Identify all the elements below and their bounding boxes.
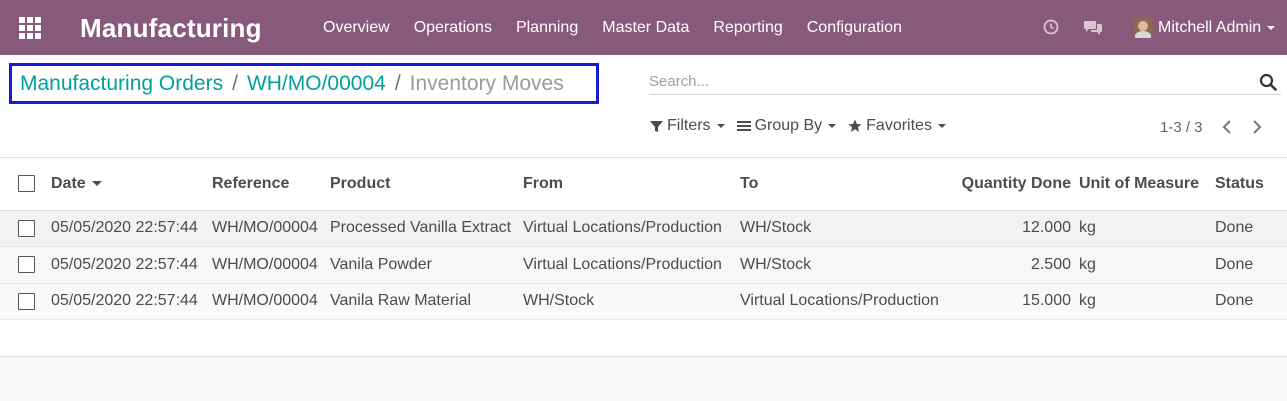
breadcrumb: Manufacturing Orders / WH/MO/00004 / Inv… bbox=[9, 63, 599, 104]
sort-down-icon bbox=[91, 181, 102, 187]
filters-label: Filters bbox=[667, 117, 711, 134]
chevron-down-icon bbox=[937, 124, 946, 128]
chevron-down-icon bbox=[828, 124, 837, 128]
pager: 1-3 / 3 bbox=[1160, 117, 1267, 137]
search-bar bbox=[649, 67, 1281, 95]
cell-quantity-done: 2.500 bbox=[949, 246, 1079, 284]
user-name: Mitchell Admin bbox=[1158, 19, 1262, 36]
favorites-label: Favorites bbox=[866, 117, 932, 134]
filters-dropdown[interactable]: Filters bbox=[650, 117, 725, 135]
control-panel: Manufacturing Orders / WH/MO/00004 / Inv… bbox=[0, 55, 1287, 158]
cell-to: WH/Stock bbox=[740, 210, 949, 247]
chevron-left-icon bbox=[1222, 120, 1231, 134]
row-checkbox[interactable] bbox=[18, 256, 35, 274]
cell-date: 05/05/2020 22:57:44 bbox=[51, 246, 212, 284]
cell-product: Vanila Raw Material bbox=[330, 283, 523, 320]
cell-status: Done bbox=[1215, 246, 1287, 284]
cell-reference: WH/MO/00004 bbox=[212, 246, 330, 284]
cell-status: Done bbox=[1215, 283, 1287, 320]
cell-unit-of-measure: kg bbox=[1079, 210, 1215, 247]
table-header-row: Date Reference Product From To Quantity … bbox=[0, 158, 1287, 211]
main-menu: Overview Operations Planning Master Data… bbox=[311, 0, 914, 55]
column-header-to[interactable]: To bbox=[740, 158, 949, 211]
chevron-down-icon bbox=[1267, 26, 1276, 30]
top-navbar: Manufacturing Overview Operations Planni… bbox=[0, 0, 1287, 55]
search-options: Filters Group By Favorites bbox=[650, 117, 958, 135]
filter-icon bbox=[650, 120, 663, 132]
list-view: Date Reference Product From To Quantity … bbox=[0, 158, 1287, 357]
cell-from: WH/Stock bbox=[523, 283, 740, 320]
cell-quantity-done: 15.000 bbox=[949, 283, 1079, 320]
list-icon bbox=[736, 121, 751, 131]
column-header-reference[interactable]: Reference bbox=[212, 158, 330, 211]
app-title[interactable]: Manufacturing bbox=[80, 13, 262, 44]
row-checkbox[interactable] bbox=[18, 219, 35, 237]
pager-next-button[interactable] bbox=[1247, 117, 1267, 137]
table-row[interactable]: 05/05/2020 22:57:44 WH/MO/00004 Vanila P… bbox=[0, 246, 1287, 284]
row-select-cell bbox=[0, 283, 51, 320]
cell-reference: WH/MO/00004 bbox=[212, 283, 330, 320]
menu-item-master-data[interactable]: Master Data bbox=[590, 0, 701, 55]
pager-value[interactable]: 1-3 / 3 bbox=[1160, 119, 1203, 136]
column-header-date[interactable]: Date bbox=[51, 158, 212, 211]
cell-reference: WH/MO/00004 bbox=[212, 210, 330, 247]
cell-product: Vanila Powder bbox=[330, 246, 523, 284]
search-icon[interactable] bbox=[1259, 73, 1277, 91]
select-all-checkbox[interactable] bbox=[18, 175, 35, 193]
column-header-product[interactable]: Product bbox=[330, 158, 523, 211]
pager-previous-button[interactable] bbox=[1217, 117, 1237, 137]
column-header-quantity-done[interactable]: Quantity Done bbox=[949, 158, 1079, 211]
star-icon bbox=[848, 119, 862, 132]
table-row[interactable]: 05/05/2020 22:57:44 WH/MO/00004 Processe… bbox=[0, 210, 1287, 247]
cell-from: Virtual Locations/Production bbox=[523, 210, 740, 247]
chevron-right-icon bbox=[1252, 120, 1261, 134]
table-row[interactable]: 05/05/2020 22:57:44 WH/MO/00004 Vanila R… bbox=[0, 283, 1287, 320]
breadcrumb-separator: / bbox=[394, 71, 401, 95]
cell-quantity-done: 12.000 bbox=[949, 210, 1079, 247]
cell-to: Virtual Locations/Production bbox=[740, 283, 949, 320]
moves-table: Date Reference Product From To Quantity … bbox=[0, 158, 1287, 320]
menu-item-operations[interactable]: Operations bbox=[402, 0, 504, 55]
favorites-dropdown[interactable]: Favorites bbox=[848, 117, 946, 135]
chat-icon[interactable] bbox=[1083, 19, 1103, 36]
group-by-dropdown[interactable]: Group By bbox=[736, 117, 837, 135]
breadcrumb-link-manufacturing-orders[interactable]: Manufacturing Orders bbox=[20, 72, 223, 96]
cell-from: Virtual Locations/Production bbox=[523, 246, 740, 284]
column-header-status[interactable]: Status bbox=[1215, 158, 1287, 211]
menu-item-reporting[interactable]: Reporting bbox=[701, 0, 794, 55]
breadcrumb-separator: / bbox=[232, 71, 238, 95]
menu-item-overview[interactable]: Overview bbox=[311, 0, 402, 55]
cell-product: Processed Vanilla Extract bbox=[330, 210, 523, 247]
select-all-cell bbox=[0, 158, 51, 211]
search-input[interactable] bbox=[649, 70, 1249, 92]
menu-item-planning[interactable]: Planning bbox=[504, 0, 590, 55]
column-header-from[interactable]: From bbox=[523, 158, 740, 211]
clock-icon[interactable] bbox=[1043, 19, 1059, 35]
cell-unit-of-measure: kg bbox=[1079, 283, 1215, 320]
cell-status: Done bbox=[1215, 210, 1287, 247]
cell-to: WH/Stock bbox=[740, 246, 949, 284]
row-select-cell bbox=[0, 246, 51, 284]
menu-item-configuration[interactable]: Configuration bbox=[795, 0, 914, 55]
breadcrumb-current: Inventory Moves bbox=[409, 71, 564, 95]
cell-date: 05/05/2020 22:57:44 bbox=[51, 283, 212, 320]
user-avatar bbox=[1133, 18, 1153, 38]
chevron-down-icon bbox=[716, 124, 725, 128]
user-menu[interactable]: Mitchell Admin bbox=[1133, 16, 1276, 40]
column-header-unit-of-measure[interactable]: Unit of Measure bbox=[1079, 158, 1215, 211]
row-checkbox[interactable] bbox=[18, 292, 35, 310]
cell-unit-of-measure: kg bbox=[1079, 246, 1215, 284]
row-select-cell bbox=[0, 210, 51, 247]
column-header-label: Date bbox=[51, 174, 86, 192]
breadcrumb-link-mo[interactable]: WH/MO/00004 bbox=[247, 72, 386, 96]
cell-date: 05/05/2020 22:57:44 bbox=[51, 210, 212, 247]
group-by-label: Group By bbox=[754, 117, 823, 134]
apps-grid-icon[interactable] bbox=[19, 17, 41, 39]
